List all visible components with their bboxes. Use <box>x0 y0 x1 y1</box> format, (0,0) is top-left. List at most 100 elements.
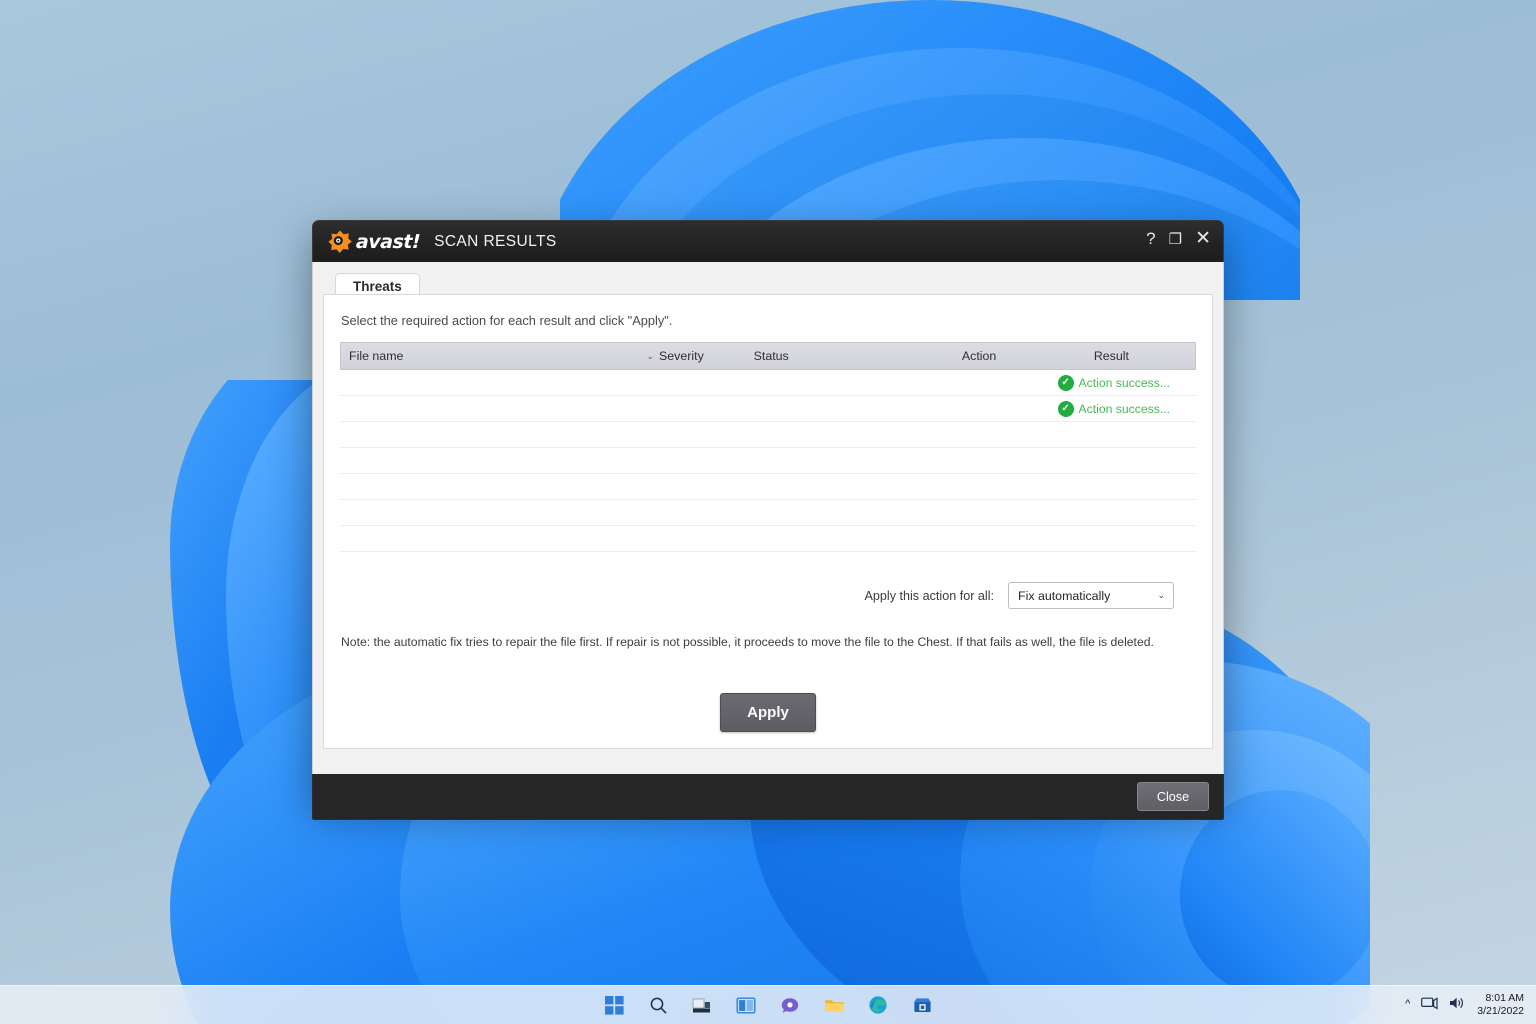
taskbar: ^ 8:01 AM 3/21/2022 <box>0 985 1536 1024</box>
cell-action <box>927 474 1054 499</box>
action-select-dropdown[interactable]: Fix automatically ⌄ <box>1008 582 1174 609</box>
column-label-status: Status <box>753 349 789 363</box>
cell-status <box>728 370 927 395</box>
cell-result <box>1054 526 1196 551</box>
microsoft-store-icon[interactable] <box>909 992 935 1018</box>
window-titlebar[interactable]: avast! SCAN RESULTS ? ❐ ✕ <box>312 220 1224 262</box>
column-header-status[interactable]: Status <box>746 349 954 363</box>
network-icon[interactable] <box>1421 996 1438 1015</box>
cell-status <box>728 448 927 473</box>
task-view-icon[interactable] <box>689 992 715 1018</box>
cell-status <box>728 396 927 421</box>
threats-panel: Select the required action for each resu… <box>323 294 1213 749</box>
result-text: Action success... <box>1078 375 1170 390</box>
cell-result <box>1054 448 1196 473</box>
window-controls: ? ❐ ✕ <box>1146 227 1211 250</box>
show-hidden-icons-chevron-up-icon[interactable]: ^ <box>1405 998 1410 1012</box>
sort-chevron-down-icon: ⌄ <box>646 350 654 361</box>
search-icon[interactable] <box>645 992 671 1018</box>
cell-result: ✓ Action success... <box>1054 396 1196 421</box>
column-label-result: Result <box>1093 349 1129 363</box>
cell-file-name <box>340 526 625 551</box>
action-select-value: Fix automatically <box>1018 588 1111 603</box>
tabstrip: Threats <box>323 272 1213 300</box>
desktop: avast! SCAN RESULTS ? ❐ ✕ Threats Select… <box>0 0 1536 1024</box>
cell-file-name <box>340 422 625 447</box>
taskbar-tray: ^ 8:01 AM 3/21/2022 <box>1405 986 1528 1024</box>
widgets-icon[interactable] <box>733 992 759 1018</box>
cell-result <box>1054 422 1196 447</box>
column-header-result[interactable]: Result <box>1086 349 1195 363</box>
volume-icon[interactable] <box>1449 996 1466 1015</box>
result-text: Action success... <box>1078 401 1170 416</box>
cell-result <box>1054 474 1196 499</box>
cell-file-name <box>340 396 625 421</box>
cell-severity <box>625 422 728 447</box>
avast-wordmark: avast! <box>355 230 421 253</box>
cell-file-name <box>340 474 625 499</box>
file-explorer-icon[interactable] <box>821 992 847 1018</box>
cell-action <box>927 526 1054 551</box>
column-header-severity[interactable]: ⌄ Severity <box>638 349 745 363</box>
cell-result <box>1054 500 1196 525</box>
column-header-action[interactable]: Action <box>954 349 1086 363</box>
clock-time: 8:01 AM <box>1485 991 1524 1004</box>
table-row[interactable]: ✓ Action success... <box>340 370 1196 396</box>
instruction-text: Select the required action for each resu… <box>341 313 673 328</box>
column-label-action: Action <box>961 349 997 363</box>
apply-button-wrap: Apply <box>340 693 1196 732</box>
table-row[interactable] <box>340 422 1196 448</box>
note-text: Note: the automatic fix tries to repair … <box>341 635 1154 649</box>
cell-action <box>927 396 1054 421</box>
close-icon[interactable]: ✕ <box>1195 227 1211 250</box>
maximize-icon[interactable]: ❐ <box>1169 230 1182 248</box>
cell-severity <box>625 448 728 473</box>
avast-logo: avast! <box>327 229 420 255</box>
help-icon[interactable]: ? <box>1146 229 1155 249</box>
cell-action <box>927 500 1054 525</box>
avast-scan-results-window: avast! SCAN RESULTS ? ❐ ✕ Threats Select… <box>312 220 1224 820</box>
table-row[interactable] <box>340 500 1196 526</box>
cell-severity <box>625 396 728 421</box>
cell-file-name <box>340 500 625 525</box>
table-row[interactable] <box>340 448 1196 474</box>
cell-status <box>728 422 927 447</box>
check-glyph: ✓ <box>1061 376 1070 388</box>
cell-status <box>728 526 927 551</box>
window-body: Threats Select the required action for e… <box>312 262 1224 774</box>
start-icon[interactable] <box>601 992 627 1018</box>
table-row[interactable]: ✓ Action success... <box>340 396 1196 422</box>
column-label-file-name: File name <box>349 349 404 363</box>
apply-button[interactable]: Apply <box>720 693 816 732</box>
window-footer: Close <box>312 774 1224 820</box>
check-glyph: ✓ <box>1061 402 1070 414</box>
edge-icon[interactable] <box>865 992 891 1018</box>
cell-severity <box>625 474 728 499</box>
cell-severity <box>625 370 728 395</box>
check-circle-icon: ✓ <box>1057 400 1074 417</box>
table-row[interactable] <box>340 474 1196 500</box>
clock-date: 3/21/2022 <box>1477 1005 1524 1017</box>
cell-severity <box>625 526 728 551</box>
chat-icon[interactable] <box>777 992 803 1018</box>
avast-splat-icon <box>328 230 352 253</box>
check-circle-icon: ✓ <box>1057 374 1074 391</box>
close-button[interactable]: Close <box>1137 782 1209 811</box>
clock[interactable]: 8:01 AM 3/21/2022 <box>1477 992 1528 1018</box>
column-label-severity: Severity <box>659 349 704 363</box>
table-row[interactable] <box>340 526 1196 552</box>
cell-file-name <box>340 370 625 395</box>
table-body: ✓ Action success... ✓ Action success... <box>340 370 1196 552</box>
window-title: SCAN RESULTS <box>434 232 557 250</box>
column-header-file-name[interactable]: File name <box>341 349 638 363</box>
table-header-row: File name ⌄ Severity Status Action Resul… <box>340 342 1196 370</box>
cell-action <box>927 370 1054 395</box>
cell-severity <box>625 500 728 525</box>
cell-result: ✓ Action success... <box>1054 370 1196 395</box>
apply-all-label: Apply this action for all: <box>864 588 995 603</box>
threats-table: File name ⌄ Severity Status Action Resul… <box>340 342 1196 552</box>
result-success-badge: ✓ Action success... <box>1057 374 1170 391</box>
cell-action <box>927 422 1054 447</box>
cell-file-name <box>340 448 625 473</box>
cell-action <box>927 448 1054 473</box>
